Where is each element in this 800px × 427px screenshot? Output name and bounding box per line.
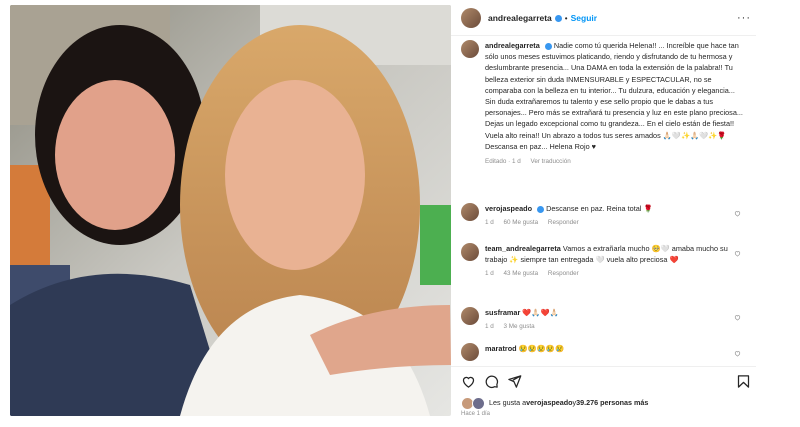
comment-reply[interactable]: Responder — [548, 219, 579, 226]
liker-avatars — [461, 397, 485, 410]
share-icon[interactable] — [507, 374, 522, 389]
comment-likes[interactable]: 60 Me gusta — [504, 219, 539, 226]
comment-text: Descanse en paz. Reina total 🌹 — [546, 204, 653, 213]
commenter-avatar[interactable] — [461, 203, 479, 221]
verified-icon — [544, 42, 552, 50]
post-header: andrealegarreta • Seguir ··· — [461, 8, 751, 28]
caption-translate-link[interactable]: Ver traducción — [530, 158, 570, 165]
post-side-panel: andrealegarreta • Seguir ··· andrealegar… — [451, 0, 756, 427]
post-photo-image — [10, 5, 451, 416]
likes-summary[interactable]: Les gusta a verojaspeado y 39.276 person… — [461, 397, 648, 410]
verified-icon — [554, 14, 562, 22]
comment-time: 1 d — [485, 219, 494, 226]
comment-item: team_andrealegarreta Vamos a extrañarla … — [461, 243, 751, 279]
dot-separator: • — [564, 13, 568, 23]
comment-time: 1 d — [485, 270, 494, 277]
comment-item: susframar ❤️🙏🏻❤️🙏🏻 1 d 3 Me gusta — [461, 307, 751, 332]
post-caption: andrealegarreta Nadie como tú querida He… — [461, 40, 751, 167]
comment-reply[interactable]: Responder — [548, 270, 579, 277]
actions-divider — [451, 366, 756, 367]
author-username[interactable]: andrealegarreta — [488, 13, 552, 23]
comment-likes[interactable]: 3 Me gusta — [504, 323, 535, 330]
comment-username[interactable]: verojaspeado — [485, 204, 532, 213]
heart-icon[interactable] — [734, 350, 741, 357]
comment-likes[interactable]: 43 Me gusta — [504, 270, 539, 277]
heart-icon[interactable] — [734, 250, 741, 257]
post-actions — [461, 373, 751, 389]
verified-icon — [537, 205, 545, 213]
comment-icon[interactable] — [484, 374, 499, 389]
comment-text: 😢😢😢😢😢 — [518, 344, 565, 353]
more-icon[interactable]: ··· — [737, 12, 751, 24]
heart-icon[interactable] — [734, 210, 741, 217]
caption-avatar[interactable] — [461, 40, 479, 58]
commenter-avatar[interactable] — [461, 343, 479, 361]
commenter-avatar[interactable] — [461, 243, 479, 261]
commenter-avatar[interactable] — [461, 307, 479, 325]
comment-text: ❤️🙏🏻❤️🙏🏻 — [522, 308, 559, 317]
author-avatar[interactable] — [461, 8, 481, 28]
comment-item: verojaspeado Descanse en paz. Reina tota… — [461, 203, 751, 228]
post-photo[interactable] — [10, 5, 451, 416]
post-time: Hace 1 día — [461, 411, 491, 417]
caption-text: Nadie como tú querida Helena!! ... Incre… — [485, 41, 743, 151]
comment-username[interactable]: susframar — [485, 308, 520, 317]
likes-prefix: Les gusta a — [489, 398, 527, 407]
header-divider — [451, 35, 756, 36]
heart-icon[interactable] — [461, 374, 476, 389]
caption-edited: Editado · 1 d — [485, 158, 521, 166]
heart-icon[interactable] — [734, 314, 741, 321]
comment-time: 1 d — [485, 323, 494, 330]
comment-item: maratrod 😢😢😢😢😢 — [461, 343, 751, 361]
likes-count[interactable]: 39.276 personas más — [576, 398, 648, 407]
caption-username[interactable]: andrealegarreta — [485, 41, 540, 50]
follow-button[interactable]: Seguir — [571, 13, 597, 23]
bookmark-icon[interactable] — [736, 374, 751, 389]
comment-username[interactable]: team_andrealegarreta — [485, 244, 561, 253]
comment-username[interactable]: maratrod — [485, 344, 517, 353]
likes-first-user[interactable]: verojaspeado — [526, 398, 572, 407]
